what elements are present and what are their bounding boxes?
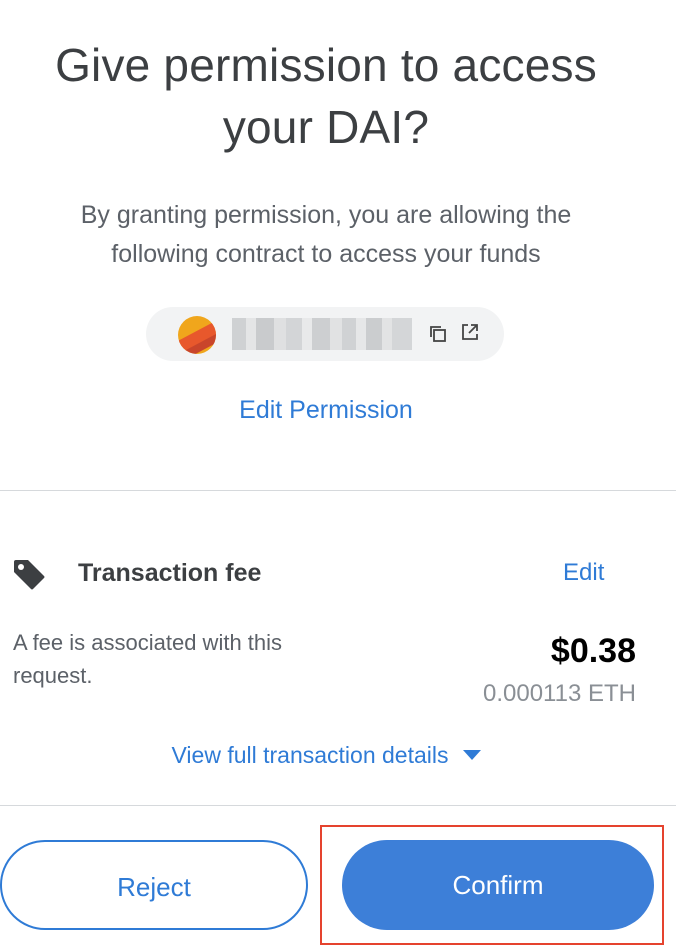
transaction-fee-label: Transaction fee: [78, 559, 262, 587]
confirm-highlight-box: [320, 825, 664, 945]
page-title-line-1: Give permission to access: [55, 39, 597, 91]
caret-down-icon: [462, 749, 481, 760]
page-subtitle: By granting permission, you are allowing…: [0, 196, 652, 274]
fee-description-line-2: request.: [13, 663, 93, 688]
fee-description: A fee is associated with this request.: [13, 626, 343, 692]
page-title: Give permission to access your DAI?: [0, 34, 652, 158]
edit-permission-link[interactable]: Edit Permission: [0, 391, 652, 429]
reject-button[interactable]: Reject: [0, 840, 308, 930]
page-title-line-2: your DAI?: [222, 101, 430, 153]
page-subtitle-line-2: following contract to access your funds: [111, 240, 541, 268]
tag-icon: [14, 560, 45, 590]
identicon-avatar: [178, 316, 216, 354]
divider-bottom: [0, 805, 676, 806]
copy-icon[interactable]: [428, 324, 448, 344]
divider-top: [0, 490, 676, 491]
fee-usd-amount: $0.38: [550, 632, 636, 670]
page-subtitle-line-1: By granting permission, you are allowing…: [80, 201, 572, 229]
contract-address-pill: [146, 307, 504, 361]
fee-eth-amount: 0.000113 ETH: [483, 680, 636, 707]
external-link-icon[interactable]: [460, 322, 480, 342]
view-transaction-details-link[interactable]: View full transaction details: [0, 738, 652, 772]
edit-fee-link[interactable]: Edit: [563, 556, 604, 590]
contract-address-obscured: [232, 318, 412, 350]
fee-description-line-1: A fee is associated with this: [13, 630, 283, 655]
view-transaction-details-label: View full transaction details: [171, 742, 449, 768]
